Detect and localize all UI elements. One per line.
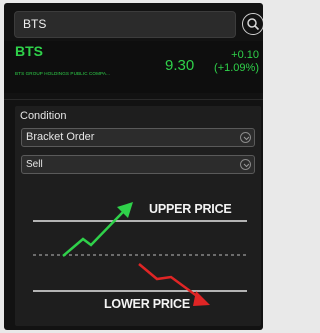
search-input[interactable]: BTS <box>14 11 236 38</box>
side-select[interactable]: Sell <box>21 155 255 174</box>
order-type-value: Bracket Order <box>26 131 95 143</box>
chevron-down-icon <box>240 159 251 170</box>
change-percent: (+1.09%) <box>214 62 259 74</box>
search-row: BTS <box>14 11 263 38</box>
last-price: 9.30 <box>165 57 195 74</box>
lower-price-label: LOWER PRICE <box>104 297 190 311</box>
search-button[interactable] <box>242 13 263 35</box>
up-arrow-icon <box>62 202 133 257</box>
change-value: +0.10 <box>231 49 259 61</box>
divider <box>4 99 263 100</box>
condition-panel: Condition Bracket Order Sell UPPER PRICE… <box>15 106 261 326</box>
condition-label: Condition <box>20 110 67 122</box>
search-icon <box>247 18 260 31</box>
chevron-down-icon <box>240 132 251 143</box>
side-value: Sell <box>26 159 43 170</box>
quote-header: BTS BTS GROUP HOLDINGS PUBLIC COMPA... 9… <box>4 41 263 93</box>
order-type-select[interactable]: Bracket Order <box>21 128 255 147</box>
upper-price-label: UPPER PRICE <box>149 202 232 216</box>
company-name: BTS GROUP HOLDINGS PUBLIC COMPA... <box>15 71 111 76</box>
stock-symbol: BTS <box>15 43 43 59</box>
price-change: +0.10 (+1.09%) <box>214 49 259 75</box>
app-screen: BTS BTS BTS GROUP HOLDINGS PUBLIC COMPA.… <box>4 3 263 330</box>
